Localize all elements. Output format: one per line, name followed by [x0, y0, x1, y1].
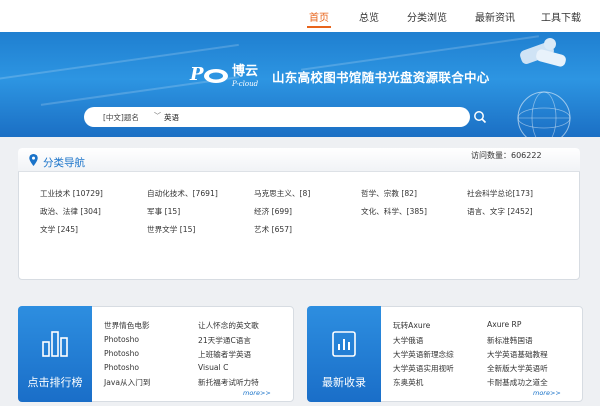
category-link[interactable]: 经济 [699] — [254, 206, 292, 217]
list-item[interactable]: 上班输者学英语 — [198, 349, 251, 360]
nav-tool-download[interactable]: 工具下载 — [541, 9, 581, 24]
bar-chart-icon — [42, 331, 68, 357]
category-link[interactable]: 哲学、宗教 [82] — [361, 188, 417, 199]
list-item[interactable]: Photosho — [104, 335, 139, 344]
list-item[interactable]: 大学俄语 — [393, 335, 423, 346]
category-link[interactable]: 政治、法律 [304] — [40, 206, 101, 217]
nav-home[interactable]: 首页 — [309, 9, 329, 24]
list-item[interactable]: Java从入门到 — [104, 377, 150, 388]
nav-latest-news[interactable]: 最新资讯 — [475, 9, 515, 24]
svg-text:P: P — [189, 64, 204, 85]
top-nav: 首页 总览 分类浏览 最新资讯 工具下载 — [0, 0, 600, 32]
search-scope-select[interactable]: [中文]题名 — [103, 112, 139, 123]
latest-more-link[interactable]: more>> — [533, 389, 561, 397]
nav-category-browse[interactable]: 分类浏览 — [407, 9, 447, 24]
category-link[interactable]: 文化、科学、[385] — [361, 206, 427, 217]
category-link[interactable]: 语言、文字 [2452] — [467, 206, 533, 217]
search-query[interactable]: 英语 — [164, 112, 179, 123]
category-link[interactable]: 社会科学总论[173] — [467, 188, 533, 199]
category-link[interactable]: 马克思主义、[8] — [254, 188, 310, 199]
list-item[interactable]: Photosho — [104, 349, 139, 358]
visit-count: 访问数量：606222 — [471, 151, 542, 160]
list-item[interactable]: 大学英语新理念综 — [393, 349, 454, 360]
logo-name: 博云 — [232, 64, 259, 79]
list-item[interactable]: Visual C — [198, 363, 228, 372]
list-item[interactable]: 让人怀念的英文歌 — [198, 320, 259, 331]
list-item[interactable]: Axure RP — [487, 320, 521, 329]
search-input[interactable] — [84, 107, 470, 127]
list-item[interactable]: 大学英语基础教程 — [487, 349, 548, 360]
logo-english: P-cloud — [232, 80, 259, 88]
nav-overview[interactable]: 总览 — [359, 9, 379, 24]
category-link[interactable]: 军事 [15] — [147, 206, 180, 217]
latest-label: 最新收录 — [322, 376, 366, 389]
list-item[interactable]: 卡耐基成功之道全 — [487, 377, 548, 388]
list-item[interactable]: 全新版大学英语听 — [487, 363, 548, 374]
list-item[interactable]: 玩转Axure — [393, 320, 430, 331]
nav-active-indicator — [307, 26, 331, 28]
category-link[interactable]: 艺术 [657] — [254, 224, 292, 235]
list-item[interactable]: 世界情色电影 — [104, 320, 150, 331]
category-link[interactable]: 自动化技术、[7691] — [147, 188, 218, 199]
ranking-label: 点击排行榜 — [27, 376, 83, 389]
list-item[interactable]: 新托福考试听力特 — [198, 377, 259, 388]
category-link[interactable]: 工业技术 [10729] — [40, 188, 103, 199]
site-title: 山东高校图书馆随书光盘资源联合中心 — [272, 70, 490, 85]
ranking-more-link[interactable]: more>> — [243, 389, 271, 397]
document-chart-icon — [332, 331, 356, 357]
disc-illustration — [520, 38, 566, 67]
list-item[interactable]: 新标准韩国语 — [487, 335, 533, 346]
category-nav-title: 分类导航 — [43, 157, 85, 169]
list-item[interactable]: 21天学通C语言 — [198, 335, 251, 346]
list-item[interactable]: 大学英语实用视听 — [393, 363, 454, 374]
location-pin-icon — [29, 154, 38, 166]
category-link[interactable]: 世界文学 [15] — [147, 224, 195, 235]
chevron-down-icon[interactable]: ﹀ — [154, 111, 161, 121]
search-icon[interactable] — [473, 110, 487, 124]
category-link[interactable]: 文学 [245] — [40, 224, 78, 235]
list-item[interactable]: 东奥英机 — [393, 377, 423, 388]
list-item[interactable]: Photosho — [104, 363, 139, 372]
